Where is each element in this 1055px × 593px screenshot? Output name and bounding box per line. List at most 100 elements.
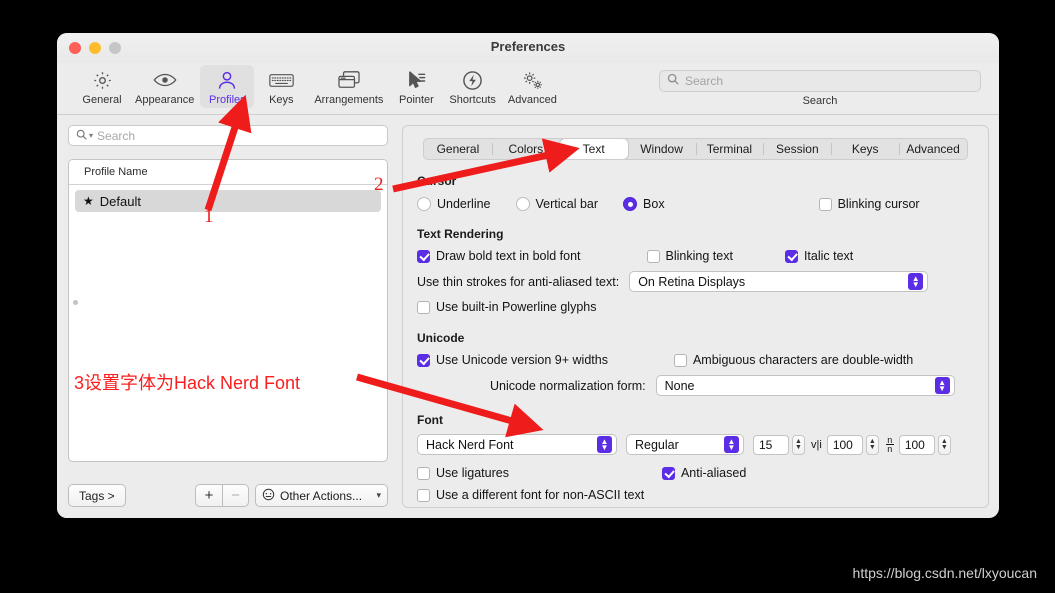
other-actions-dropdown[interactable]: Other Actions... ▾: [255, 484, 388, 507]
group-title-cursor: Cursor: [417, 174, 457, 188]
radio-box[interactable]: [623, 197, 638, 211]
checkbox-powerline[interactable]: [417, 300, 430, 314]
chevron-updown-icon: ▲ ▼: [934, 377, 950, 394]
chevron-updown-icon: ▲ ▼: [724, 436, 739, 453]
profile-name-label: Default: [99, 193, 141, 209]
checkbox-blinking-text[interactable]: [646, 249, 660, 263]
unicode-normalization-value: None: [664, 378, 695, 393]
vertical-spacing-value: 100: [904, 437, 925, 452]
toolbar-item-label: Advanced: [507, 94, 557, 106]
sidebar-search-placeholder: Search: [97, 128, 136, 143]
tab-window[interactable]: Window: [628, 139, 696, 159]
tab-general[interactable]: General: [424, 139, 492, 159]
preferences-toolbar: General Appearance Profiles Keys Arrange…: [57, 63, 999, 115]
thin-strokes-dropdown[interactable]: On Retina Displays ▲ ▼: [629, 271, 929, 292]
add-profile-button[interactable]: +: [195, 484, 222, 507]
radio-vertical-bar-label: Vertical bar: [535, 197, 599, 211]
toolbar-item-keys[interactable]: Keys: [254, 65, 308, 108]
checkbox-anti-aliased-label: Anti-aliased: [680, 466, 747, 480]
plus-icon: +: [204, 487, 214, 504]
checkbox-italic-text-label: Italic text: [803, 249, 854, 263]
sidebar-search-input[interactable]: ▾ Search: [68, 125, 388, 146]
vertical-spacing-icon: n n: [885, 435, 894, 454]
tab-label: Session: [775, 142, 819, 156]
star-icon: ★: [83, 194, 94, 208]
horizontal-spacing-input[interactable]: 100: [826, 434, 863, 455]
remove-profile-button[interactable]: −: [222, 484, 249, 507]
checkbox-blinking-cursor[interactable]: [818, 197, 832, 211]
checkbox-draw-bold-label: Draw bold text in bold font: [436, 249, 581, 263]
chevron-updown-icon: ▲ ▼: [908, 273, 924, 290]
tab-terminal[interactable]: Terminal: [695, 139, 764, 159]
checkbox-unicode-v9-label: Use Unicode version 9+ widths: [436, 353, 608, 367]
toolbar-item-profiles[interactable]: Profiles: [200, 65, 255, 108]
toolbar-item-advanced[interactable]: Advanced: [502, 65, 563, 108]
profile-list-item[interactable]: ★ Default: [75, 190, 381, 212]
vertical-spacing-stepper[interactable]: ▲ ▼: [937, 434, 951, 455]
checkbox-draw-bold[interactable]: [417, 249, 430, 263]
toolbar-item-label: Appearance: [135, 94, 195, 106]
radio-underline-label: Underline: [437, 197, 491, 211]
person-icon: [217, 68, 237, 92]
font-size-input[interactable]: 15: [753, 434, 789, 455]
checkbox-anti-aliased[interactable]: [661, 466, 675, 480]
toolbar-item-label: Keys: [269, 94, 294, 106]
checkbox-non-ascii-font[interactable]: [417, 488, 430, 502]
toolbar-item-label: Pointer: [398, 94, 434, 106]
gear-icon: [92, 68, 113, 92]
toolbar-item-general[interactable]: General: [75, 65, 129, 108]
tab-advanced[interactable]: Advanced: [899, 139, 967, 159]
profile-list[interactable]: Profile Name ★ Default: [68, 159, 388, 462]
toolbar-item-label: Shortcuts: [449, 94, 496, 106]
horizontal-spacing-value: 100: [832, 437, 853, 452]
font-size-stepper[interactable]: ▲ ▼: [792, 434, 805, 455]
checkbox-unicode-v9[interactable]: [417, 353, 430, 367]
unicode-normalization-dropdown[interactable]: None ▲ ▼: [655, 375, 955, 396]
vertical-spacing-input[interactable]: 100: [898, 434, 935, 455]
tab-keys[interactable]: Keys: [831, 139, 899, 159]
checkbox-use-ligatures[interactable]: [417, 466, 430, 480]
toolbar-item-arrangements[interactable]: Arrangements: [308, 65, 389, 108]
toolbar-item-pointer[interactable]: Pointer: [389, 65, 443, 108]
checkbox-blinking-cursor-label: Blinking cursor: [837, 197, 920, 211]
sidebar-split-handle[interactable]: [73, 300, 78, 305]
tab-colors[interactable]: Colors: [491, 139, 560, 159]
toolbar-search-caption: Search: [802, 95, 838, 107]
group-title-unicode: Unicode: [417, 331, 465, 345]
profiles-sidebar: ▾ Search Profile Name ★ Default Tags > +…: [57, 115, 399, 518]
tab-label: General: [436, 142, 480, 156]
checkbox-ambiguous-double-width-label: Ambiguous characters are double-width: [692, 353, 914, 367]
tab-session[interactable]: Session: [763, 139, 831, 159]
keyboard-icon: [269, 68, 294, 92]
window-title: Preferences: [490, 39, 566, 54]
tab-label: Window: [640, 142, 683, 156]
chevron-down-icon[interactable]: ▾: [89, 131, 93, 140]
toolbar-item-label: Arrangements: [314, 94, 384, 106]
checkbox-ambiguous-double-width[interactable]: [673, 353, 687, 367]
checkbox-blinking-text-label: Blinking text: [665, 249, 733, 263]
bolt-circle-icon: [462, 68, 483, 92]
toolbar-search-input[interactable]: Search: [659, 70, 981, 92]
column-header-profile-name: Profile Name: [84, 166, 148, 178]
radio-vertical-bar[interactable]: [515, 197, 530, 211]
tags-button[interactable]: Tags >: [68, 484, 126, 507]
toolbar-item-shortcuts[interactable]: Shortcuts: [443, 65, 501, 108]
tab-label: Colors: [508, 142, 544, 156]
toolbar-search-placeholder: Search: [685, 74, 724, 88]
tab-text[interactable]: Text: [559, 139, 628, 159]
tab-label: Terminal: [706, 142, 753, 156]
cursor-icon: [406, 68, 427, 92]
tab-label: Advanced: [906, 142, 960, 156]
toolbar-item-appearance[interactable]: Appearance: [129, 65, 200, 108]
font-family-dropdown[interactable]: Hack Nerd Font ▲ ▼: [417, 434, 617, 455]
vertical-spacing-icon-top: n: [887, 435, 893, 445]
gears-icon: [521, 68, 544, 92]
checkbox-italic-text[interactable]: [784, 249, 798, 263]
font-style-dropdown[interactable]: Regular ▲ ▼: [626, 434, 744, 455]
chevron-updown-icon: ▲ ▼: [597, 436, 612, 453]
chevron-down-icon: ▾: [376, 490, 381, 500]
settings-panel: General Colors Text Window Terminal Sess…: [399, 115, 999, 518]
horizontal-spacing-stepper[interactable]: ▲ ▼: [865, 434, 879, 455]
minus-icon: −: [231, 487, 240, 504]
radio-underline[interactable]: [417, 197, 431, 211]
